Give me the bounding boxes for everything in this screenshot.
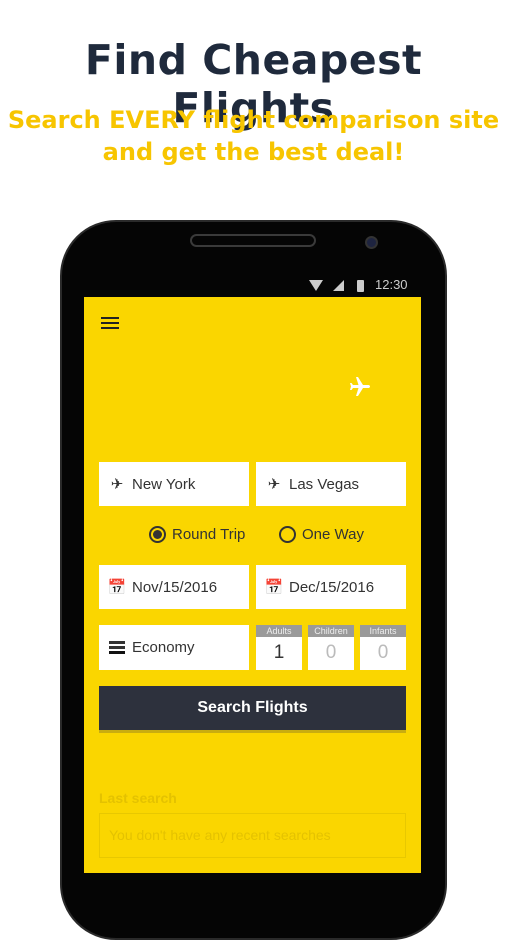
- children-stepper[interactable]: Children 0: [308, 625, 354, 670]
- status-bar: 12:30: [84, 273, 421, 297]
- one-way-label: One Way: [302, 526, 364, 543]
- takeoff-icon: ✈: [110, 476, 124, 493]
- signal-icon: [333, 280, 344, 291]
- to-value: Las Vegas: [289, 475, 360, 493]
- round-trip-label: Round Trip: [172, 526, 246, 543]
- return-date-field[interactable]: 📅 Dec/15/2016: [256, 565, 406, 609]
- last-search-title: Last search: [99, 790, 177, 806]
- children-value: 0: [325, 642, 337, 663]
- calendar-icon: 📅: [107, 579, 127, 596]
- airplane-icon: [350, 377, 370, 396]
- status-time: 12:30: [375, 277, 408, 292]
- landing-icon: ✈: [267, 476, 281, 493]
- adults-label: Adults: [256, 625, 302, 637]
- menu-icon[interactable]: [101, 317, 119, 330]
- battery-icon: [357, 280, 364, 292]
- search-flights-button[interactable]: Search Flights: [99, 686, 406, 730]
- status-icons: [309, 280, 364, 292]
- subline-2: and get the best deal!: [102, 138, 405, 166]
- infants-value: 0: [377, 642, 389, 663]
- wifi-icon: [309, 280, 323, 291]
- return-value: Dec/15/2016: [289, 578, 375, 596]
- infants-label: Infants: [360, 625, 406, 637]
- recent-searches-empty: You don't have any recent searches: [99, 813, 406, 858]
- adults-value: 1: [273, 642, 285, 663]
- infants-stepper[interactable]: Infants 0: [360, 625, 406, 670]
- subheadline: Search EVERY flight comparison site and g…: [0, 104, 507, 168]
- cabin-value: Economy: [132, 639, 195, 656]
- phone-camera: [365, 236, 378, 249]
- app-screen: ✈ New York ✈ Las Vegas Round Trip One Way …: [84, 297, 421, 873]
- calendar-icon: 📅: [264, 579, 284, 596]
- subline-1: Search EVERY flight comparison site: [7, 106, 500, 134]
- cabin-class-icon: [107, 640, 127, 655]
- one-way-radio[interactable]: One Way: [279, 526, 364, 543]
- from-field[interactable]: ✈ New York: [99, 462, 249, 506]
- phone-speaker: [190, 234, 316, 247]
- cabin-field[interactable]: Economy: [99, 625, 249, 670]
- depart-value: Nov/15/2016: [132, 578, 218, 596]
- adults-stepper[interactable]: Adults 1: [256, 625, 302, 670]
- children-label: Children: [308, 625, 354, 637]
- depart-date-field[interactable]: 📅 Nov/15/2016: [99, 565, 249, 609]
- from-value: New York: [132, 475, 196, 493]
- to-field[interactable]: ✈ Las Vegas: [256, 462, 406, 506]
- round-trip-radio[interactable]: Round Trip: [149, 526, 245, 543]
